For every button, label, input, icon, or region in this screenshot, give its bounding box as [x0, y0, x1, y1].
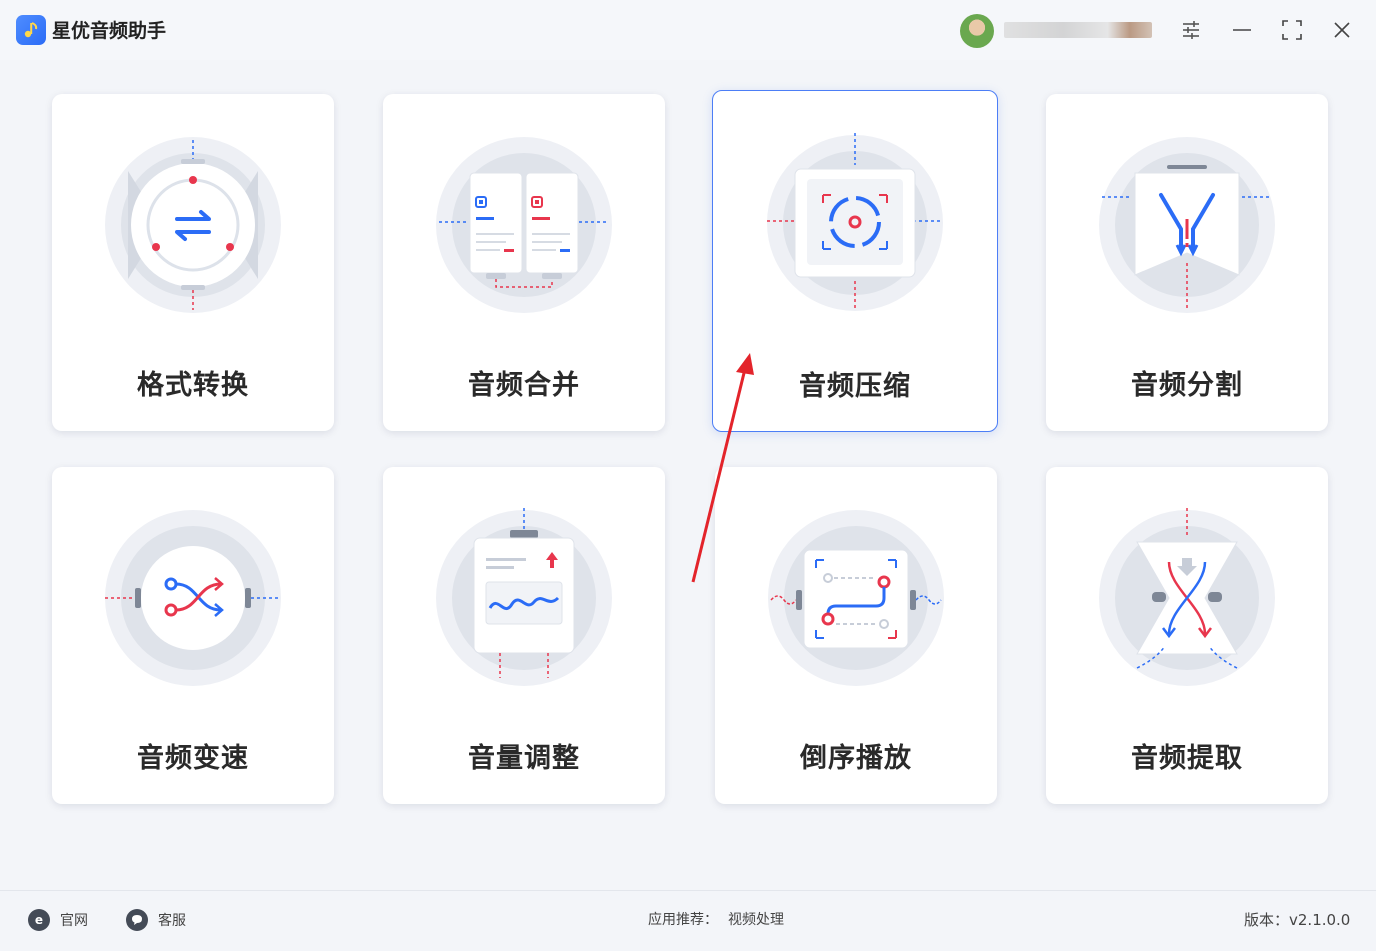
card-label: 格式转换 — [137, 370, 249, 401]
version-text: 版本：v2.1.0.0 — [1244, 911, 1351, 929]
audio-split-icon — [1097, 135, 1277, 315]
card-audio-speed[interactable]: 音频变速 — [52, 467, 334, 804]
audio-merge-icon — [434, 135, 614, 315]
card-audio-merge[interactable]: 音频合并 — [383, 94, 665, 431]
card-label: 音频合并 — [468, 370, 580, 401]
card-volume-adjust[interactable]: 音量调整 — [383, 467, 665, 804]
card-label: 音频分割 — [1131, 370, 1243, 401]
reverse-play-icon — [766, 508, 946, 688]
card-label: 音频提取 — [1131, 743, 1243, 774]
audio-extract-icon — [1097, 508, 1277, 688]
audio-speed-icon — [103, 508, 283, 688]
maximize-icon[interactable] — [1276, 14, 1308, 46]
annotation-arrow-icon — [691, 353, 754, 583]
recommend-link[interactable]: 视频处理 — [728, 909, 784, 929]
card-audio-extract[interactable]: 音频提取 — [1046, 467, 1328, 804]
volume-adjust-icon — [434, 508, 614, 688]
close-icon[interactable] — [1326, 14, 1358, 46]
format-convert-icon — [103, 135, 283, 315]
chat-bubble-icon — [126, 909, 148, 931]
app-recommend: 应用推荐： 视频处理 — [648, 909, 784, 929]
app-logo-icon — [16, 15, 46, 45]
card-audio-split[interactable]: 音频分割 — [1046, 94, 1328, 431]
recommend-label: 应用推荐： — [648, 912, 718, 928]
minimize-icon[interactable] — [1226, 14, 1258, 46]
card-label: 音量调整 — [468, 743, 580, 774]
title-bar: 星优音频助手 — [0, 0, 1376, 60]
ie-browser-icon: e — [28, 909, 50, 931]
user-name-blurred[interactable] — [1004, 22, 1152, 38]
card-label: 音频变速 — [137, 743, 249, 774]
app-title: 星优音频助手 — [52, 20, 167, 42]
card-format-convert[interactable]: 格式转换 — [52, 94, 334, 431]
card-label: 倒序播放 — [800, 743, 912, 774]
user-avatar[interactable] — [960, 14, 994, 48]
support-link[interactable]: 客服 — [126, 909, 186, 931]
audio-compress-icon — [765, 133, 945, 313]
footer-bar: e 官网 客服 应用推荐： 视频处理 版本：v2.1.0.0 — [0, 890, 1376, 951]
website-link[interactable]: e 官网 — [28, 909, 88, 931]
settings-sliders-icon[interactable] — [1175, 14, 1207, 46]
